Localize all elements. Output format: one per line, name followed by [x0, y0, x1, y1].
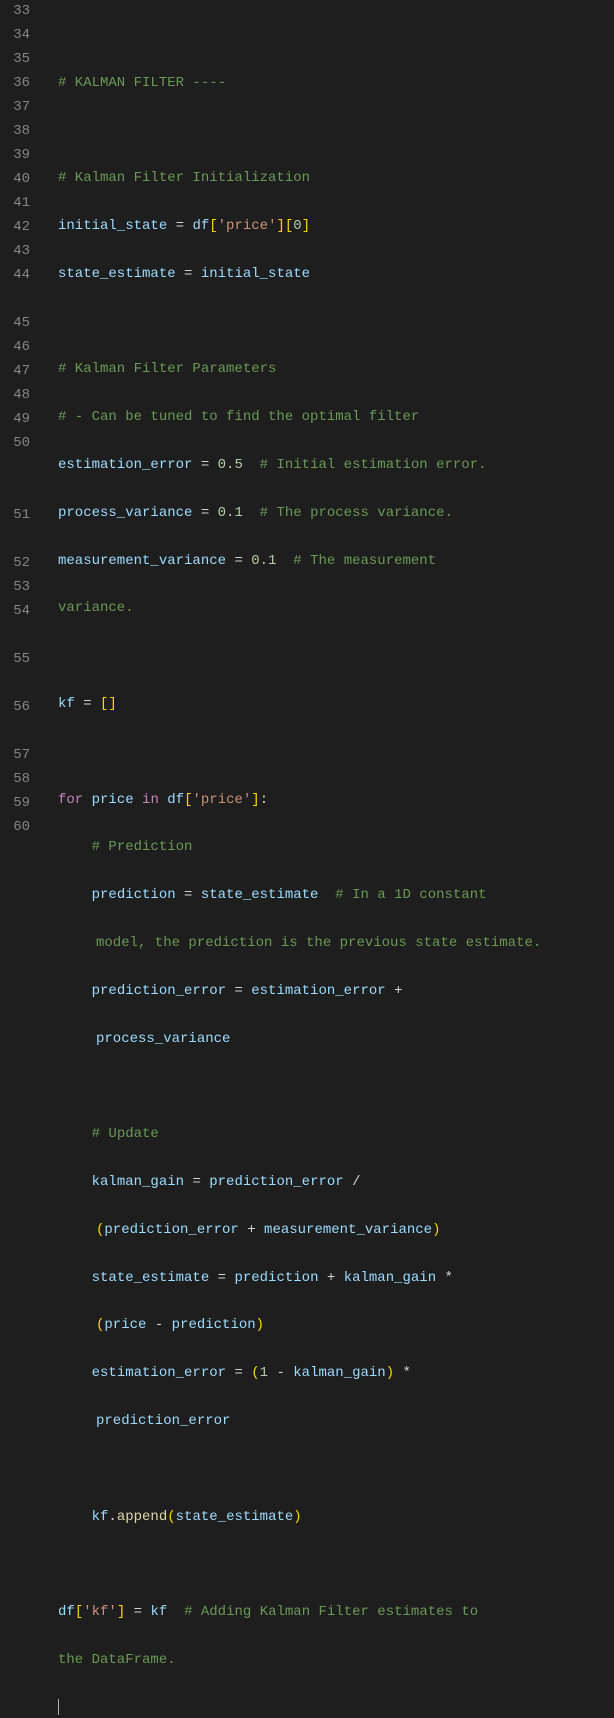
- code-editor[interactable]: 33 34 35 36 37 38 39 40 41 42 43 44 45 4…: [0, 0, 614, 859]
- line-number: 50: [8, 432, 30, 456]
- line-number: 48: [8, 384, 30, 408]
- code-line[interactable]: # Update: [58, 1123, 614, 1147]
- line-number: 52: [8, 552, 30, 576]
- line-number: 56: [8, 696, 30, 720]
- code-line[interactable]: # KALMAN FILTER ----: [58, 72, 614, 96]
- code-line[interactable]: # Kalman Filter Initialization: [58, 167, 614, 191]
- code-line[interactable]: kf = []: [58, 693, 614, 717]
- line-number: [8, 480, 30, 504]
- code-line[interactable]: estimation_error = (1 - kalman_gain) *: [58, 1362, 614, 1386]
- code-line[interactable]: measurement_variance = 0.1 # The measure…: [58, 550, 614, 574]
- code-line[interactable]: state_estimate = prediction + kalman_gai…: [58, 1267, 614, 1291]
- line-number: [8, 528, 30, 552]
- line-number: 41: [8, 192, 30, 216]
- code-line[interactable]: [58, 1553, 614, 1577]
- code-line[interactable]: for price in df['price']:: [58, 789, 614, 813]
- code-line[interactable]: [58, 1458, 614, 1482]
- code-line[interactable]: process_variance = 0.1 # The process var…: [58, 502, 614, 526]
- line-number: 59: [8, 792, 30, 816]
- line-number: 38: [8, 120, 30, 144]
- code-line[interactable]: df['kf'] = kf # Adding Kalman Filter est…: [58, 1601, 614, 1625]
- code-line[interactable]: # Prediction: [58, 836, 614, 860]
- code-line[interactable]: [58, 1697, 614, 1718]
- line-number: 51: [8, 504, 30, 528]
- code-content[interactable]: # KALMAN FILTER ---- # Kalman Filter Ini…: [44, 0, 614, 859]
- code-line-wrap[interactable]: the DataFrame.: [58, 1649, 614, 1673]
- line-number: 58: [8, 768, 30, 792]
- line-number: 36: [8, 72, 30, 96]
- line-number: 55: [8, 648, 30, 672]
- line-number: 53: [8, 576, 30, 600]
- line-number: 46: [8, 336, 30, 360]
- code-line-wrap[interactable]: (price - prediction): [58, 1314, 614, 1338]
- code-line-wrap[interactable]: (prediction_error + measurement_variance…: [58, 1219, 614, 1243]
- line-number: [8, 624, 30, 648]
- line-number: 43: [8, 240, 30, 264]
- code-line[interactable]: # Kalman Filter Parameters: [58, 358, 614, 382]
- code-line[interactable]: [58, 1075, 614, 1099]
- cursor: [58, 1699, 59, 1715]
- line-number: 54: [8, 600, 30, 624]
- code-line[interactable]: [58, 24, 614, 48]
- code-line-wrap[interactable]: process_variance: [58, 1028, 614, 1052]
- code-line[interactable]: [58, 119, 614, 143]
- code-line-wrap[interactable]: model, the prediction is the previous st…: [58, 932, 614, 956]
- line-number: 57: [8, 744, 30, 768]
- line-number: [8, 288, 30, 312]
- line-number: 39: [8, 144, 30, 168]
- line-number: 35: [8, 48, 30, 72]
- code-line[interactable]: [58, 311, 614, 335]
- code-line[interactable]: [58, 741, 614, 765]
- line-number-gutter: 33 34 35 36 37 38 39 40 41 42 43 44 45 4…: [0, 0, 44, 859]
- line-number: 60: [8, 816, 30, 840]
- code-line[interactable]: initial_state = df['price'][0]: [58, 215, 614, 239]
- code-line[interactable]: [58, 645, 614, 669]
- line-number: [8, 720, 30, 744]
- code-line[interactable]: prediction_error = estimation_error +: [58, 980, 614, 1004]
- code-line[interactable]: estimation_error = 0.5 # Initial estimat…: [58, 454, 614, 478]
- line-number: 33: [8, 0, 30, 24]
- line-number: [8, 456, 30, 480]
- line-number: 37: [8, 96, 30, 120]
- code-line[interactable]: state_estimate = initial_state: [58, 263, 614, 287]
- line-number: 42: [8, 216, 30, 240]
- line-number: 45: [8, 312, 30, 336]
- line-number: 34: [8, 24, 30, 48]
- code-line-wrap[interactable]: variance.: [58, 597, 614, 621]
- code-line-wrap[interactable]: prediction_error: [58, 1410, 614, 1434]
- line-number: 47: [8, 360, 30, 384]
- line-number: 49: [8, 408, 30, 432]
- code-line[interactable]: prediction = state_estimate # In a 1D co…: [58, 884, 614, 908]
- code-line[interactable]: kalman_gain = prediction_error /: [58, 1171, 614, 1195]
- line-number: 40: [8, 168, 30, 192]
- line-number: [8, 672, 30, 696]
- line-number: [8, 840, 30, 864]
- line-number: 44: [8, 264, 30, 288]
- code-line[interactable]: kf.append(state_estimate): [58, 1506, 614, 1530]
- code-line[interactable]: # - Can be tuned to find the optimal fil…: [58, 406, 614, 430]
